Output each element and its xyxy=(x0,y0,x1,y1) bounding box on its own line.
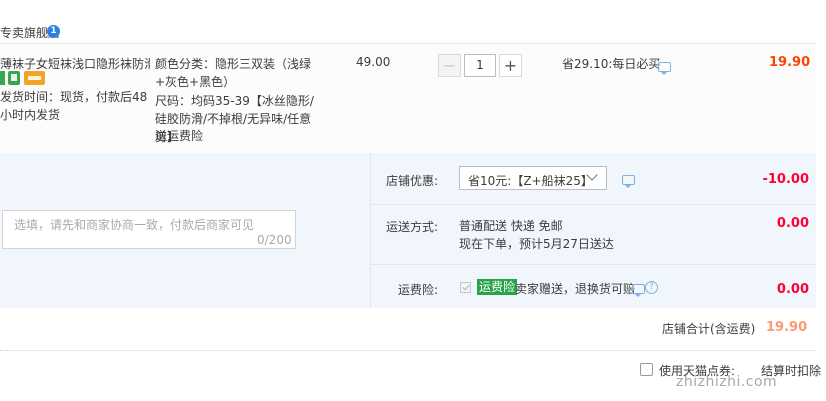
shop-total-label: 店铺合计(含运费) xyxy=(662,322,756,336)
saving-text: 省29.10:每日必买 xyxy=(562,57,661,71)
shipping-amount: 0.00 xyxy=(776,216,809,231)
row-divider xyxy=(371,204,816,205)
guarantee-badge-icon xyxy=(8,71,20,85)
quantity-input[interactable]: 1 xyxy=(464,54,496,77)
coupon-selected-value: 省10元:【Z+船袜25】 xyxy=(468,174,593,188)
coupon-label: 店铺优惠: xyxy=(385,174,438,188)
row-divider xyxy=(371,264,816,265)
insurance-tag: 运费险 xyxy=(477,279,518,295)
dotted-separator xyxy=(0,350,816,351)
shop-badge-icon: 1 xyxy=(47,25,60,38)
chat-bubble-icon[interactable] xyxy=(622,175,635,188)
sku-color: 颜色分类：隐形三双装（浅绿+灰色+黑色） xyxy=(155,57,312,89)
chat-bubble-icon[interactable] xyxy=(658,62,671,75)
shipping-label: 运送方式: xyxy=(385,220,438,234)
quantity-increase-button[interactable]: + xyxy=(499,54,522,77)
watermark-url: zhizhizhi.com xyxy=(676,374,778,390)
quantity-decrease-button[interactable]: − xyxy=(438,54,461,77)
insurance-label: 运费险: xyxy=(397,283,438,297)
insurance-amount: 0.00 xyxy=(776,282,809,297)
help-icon[interactable]: ? xyxy=(645,281,658,294)
tmall-coupon-checkbox[interactable] xyxy=(640,363,653,376)
item-subtotal: 19.90 xyxy=(769,55,811,70)
unit-price: 49.00 xyxy=(356,55,391,69)
insurance-checkbox[interactable] xyxy=(460,282,471,293)
message-char-count: 0/200 xyxy=(257,233,292,247)
card-payment-badge-icon xyxy=(24,71,45,85)
shipping-method: 普通配送 快递 免邮 xyxy=(459,219,563,233)
shipping-eta: 现在下单，预计5月27日送达 xyxy=(459,237,614,251)
delivery-time: 发货时间：现货，付款后48小时内发货 xyxy=(0,90,148,122)
shop-total-value: 19.90 xyxy=(766,320,808,335)
service-badge-icon xyxy=(0,71,5,85)
seller-message-placeholder: 选填，请先和商家协商一致，付款后商家可见 xyxy=(14,218,255,232)
sku-insurance-note: 送运费险 xyxy=(155,129,204,143)
insurance-description: 卖家赠送，退换货可赔 xyxy=(515,282,636,296)
chat-bubble-icon[interactable] xyxy=(632,284,645,297)
item-title[interactable]: 薄袜子女短袜浅口隐形袜防滑... xyxy=(0,55,150,72)
coupon-amount: -10.00 xyxy=(762,172,809,187)
